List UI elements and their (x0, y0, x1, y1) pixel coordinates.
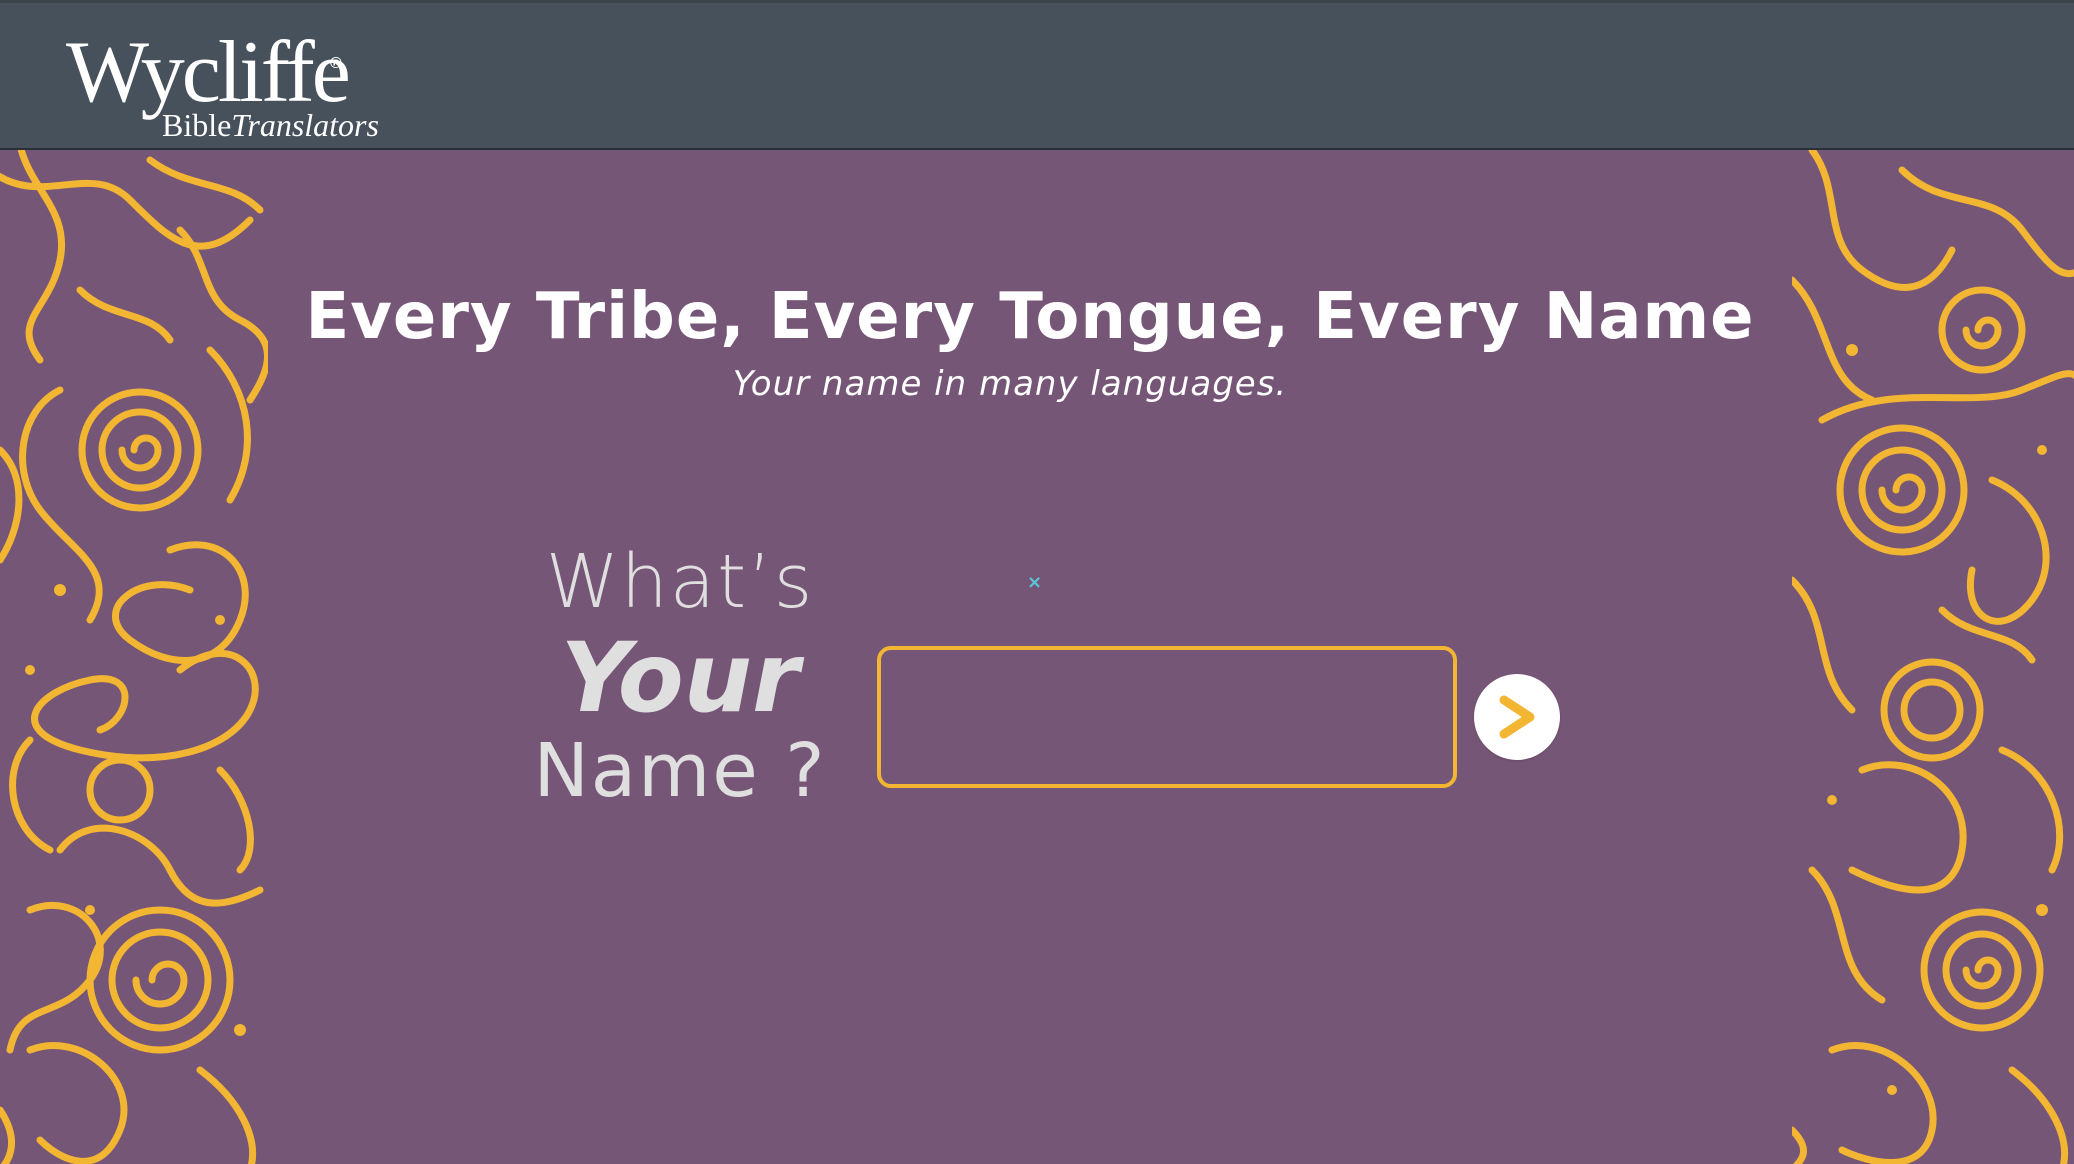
right-paisley-pattern (1792, 150, 2074, 1164)
logo-subtitle-translators: Translators (231, 107, 379, 143)
name-input[interactable] (877, 646, 1457, 788)
left-paisley-pattern (0, 150, 268, 1164)
wycliffe-logo[interactable]: Wycliffe ® BibleTranslators (66, 29, 386, 149)
paisley-pattern-graphic (0, 150, 268, 1164)
chevron-right-icon (1499, 695, 1535, 739)
logo-subtitle-bible: Bible (162, 107, 232, 143)
site-header: Wycliffe ® BibleTranslators (0, 0, 2074, 150)
paisley-pattern-graphic (1792, 150, 2074, 1164)
name-prompt: What’s Your Name ? (500, 539, 860, 814)
prompt-line-whats: What’s (545, 539, 815, 625)
logo-wordmark: Wycliffe (66, 24, 351, 121)
prompt-line-your: Your (560, 622, 800, 735)
cursor-marker: × (1027, 572, 1043, 593)
main-content: Every Tribe, Every Tongue, Every Name Yo… (0, 150, 2074, 1164)
logo-registered-mark: ® (330, 55, 342, 72)
prompt-line-name: Name ? (533, 727, 827, 814)
submit-button[interactable] (1474, 674, 1560, 760)
page-subheadline: Your name in many languages. (732, 364, 1288, 404)
page-headline: Every Tribe, Every Tongue, Every Name (305, 280, 1755, 354)
logo-subtitle: BibleTranslators (162, 109, 379, 141)
